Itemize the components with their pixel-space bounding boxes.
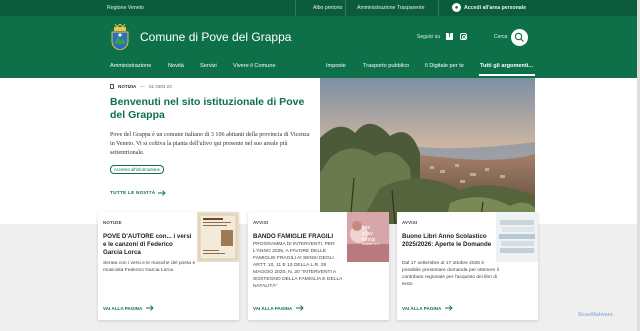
nav-imposte[interactable]: Imposte: [326, 63, 346, 69]
card-title[interactable]: BANDO FAMIGLIE FRAGILI: [253, 233, 343, 241]
arrow-right-icon: [158, 190, 167, 197]
news-kind: NOTIZIA: [118, 84, 137, 89]
hero-title[interactable]: Benvenuti nel sito istituzionale di Pove…: [110, 96, 315, 123]
news-separator: —: [140, 84, 145, 89]
albo-pretorio-link[interactable]: Albo pretorio: [313, 5, 342, 11]
card-link-label: VAI ALLA PAGINA: [402, 305, 442, 311]
all-news-label: TUTTE LE NOVITÀ: [110, 190, 156, 196]
hero-body: Pove del Grappa è un comune italiano di …: [110, 131, 310, 157]
news-card-2[interactable]: Inte a fav famigl residen in V AVVISI BA…: [248, 212, 389, 320]
topic-chip[interactable]: Accesso all'informazione: [110, 165, 164, 175]
search-icon: [514, 32, 524, 42]
arrow-right-icon: [146, 305, 154, 311]
hero-landscape-image: [320, 78, 535, 224]
nav-vivere-il-comune[interactable]: Vivere il Comune: [233, 63, 276, 69]
card-title[interactable]: Buono Libri Anno Scolastico 2025/2026: A…: [402, 233, 498, 249]
top-bar: Regione Veneto Albo pretorio Amministraz…: [0, 0, 640, 16]
divider: [295, 0, 296, 16]
card-category: AVVISI: [402, 220, 418, 225]
region-link[interactable]: Regione Veneto: [107, 5, 144, 11]
card-thumbnail: [496, 212, 538, 267]
nav-tutti-gli-argomenti[interactable]: Tutti gli argomenti...: [480, 63, 533, 69]
arrow-right-icon: [445, 305, 453, 311]
hero-news: NOTIZIA — 01 GEN 23 Benvenuti nel sito i…: [110, 84, 315, 197]
nav-il-digitale-per-te[interactable]: Il Digitale per te: [425, 63, 464, 69]
card-title[interactable]: POVE D'AUTORE con... i versi e le canzon…: [103, 233, 193, 258]
nav-servizi[interactable]: Servizi: [200, 63, 217, 69]
card-thumbnail-caption: Inte a fav famigl residen in V: [362, 225, 386, 247]
card-category: NOTIZIE: [103, 220, 122, 225]
card-link-label: VAI ALLA PAGINA: [103, 305, 143, 311]
site-header: Comune di Pove del Grappa Seguici su f C…: [0, 16, 640, 60]
news-card-1[interactable]: NOTIZIE POVE D'AUTORE con... i versi e l…: [98, 212, 239, 320]
search-label: Cerca: [494, 34, 508, 40]
active-underline: [479, 74, 535, 76]
news-meta: NOTIZIA — 01 GEN 23: [110, 84, 315, 89]
card-link[interactable]: VAI ALLA PAGINA: [402, 305, 453, 311]
divider: [438, 0, 439, 16]
social-label: Seguici su: [417, 34, 441, 40]
card-link-label: VAI ALLA PAGINA: [253, 305, 293, 311]
card-body: Dal 17 settembre al 17 ottobre 2025 è po…: [402, 261, 499, 287]
card-body: Serata con i versi e le musiche del poet…: [103, 261, 196, 273]
municipal-crest-logo[interactable]: [110, 24, 130, 50]
nav-novita[interactable]: Novità: [168, 63, 184, 69]
thumb-caption-line: residen in V: [362, 242, 380, 247]
login-button[interactable]: ● Accedi all'area personale: [452, 3, 526, 12]
login-label: Accedi all'area personale: [464, 4, 527, 11]
main-nav: Amministrazione Novità Servizi Vivere il…: [0, 60, 640, 78]
card-link[interactable]: VAI ALLA PAGINA: [253, 305, 304, 311]
card-thumbnail: [197, 212, 239, 267]
divider: [345, 0, 346, 16]
user-icon: ●: [452, 3, 461, 12]
facebook-icon[interactable]: f: [446, 33, 453, 40]
amministrazione-trasparente-link[interactable]: Amministrazione Trasparente: [357, 5, 424, 11]
search-button[interactable]: [511, 29, 528, 46]
instagram-icon[interactable]: [460, 33, 467, 40]
card-link[interactable]: VAI ALLA PAGINA: [103, 305, 154, 311]
document-icon: [110, 84, 114, 89]
card-category: AVVISI: [253, 220, 269, 225]
nav-amministrazione[interactable]: Amministrazione: [110, 63, 151, 69]
watermark: ScanMalware: [578, 312, 613, 318]
nav-trasporto-pubblico[interactable]: Trasporto pubblico: [363, 63, 409, 69]
arrow-right-icon: [296, 305, 304, 311]
news-card-3[interactable]: AVVISI Buono Libri Anno Scolastico 2025/…: [397, 212, 538, 320]
news-date: 01 GEN 23: [148, 84, 172, 89]
card-body: PROGRAMMA DI INTERVENTI, PER L'ANNO 2025…: [253, 242, 343, 289]
all-news-link[interactable]: TUTTE LE NOVITÀ: [110, 190, 315, 197]
site-title[interactable]: Comune di Pove del Grappa: [140, 30, 291, 44]
